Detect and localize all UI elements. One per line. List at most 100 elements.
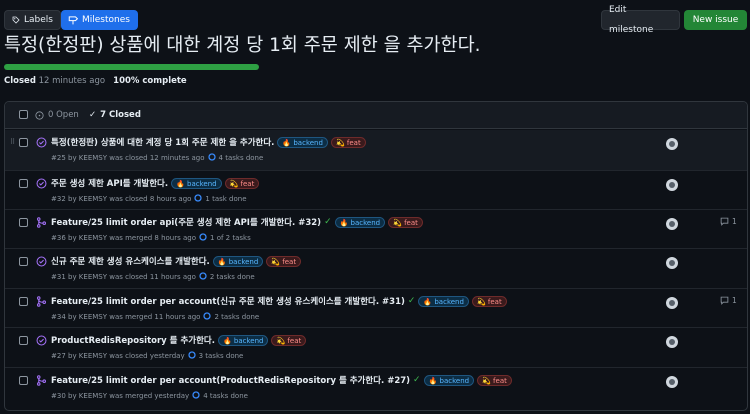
tasks-progress-icon [194, 194, 203, 204]
labels-tab-label: Labels [24, 15, 53, 25]
label-backend[interactable]: 🔥 backend [418, 295, 469, 307]
issue-meta-text: #32 by KEEMSY was closed 8 hours ago [51, 195, 192, 203]
row-checkbox[interactable] [19, 179, 28, 188]
label-backend[interactable]: 🔥 backend [217, 334, 269, 346]
open-filter[interactable]: 0 Open [35, 110, 79, 120]
row-checkbox[interactable] [19, 376, 28, 385]
label-feat[interactable]: 💫 feat [330, 136, 366, 148]
labels-tab[interactable]: Labels [4, 10, 61, 30]
closed-issue-icon [36, 335, 47, 346]
issue-title-line: 신규 주문 제한 생성 유스케이스를 개발한다. 🔥 backend 💫 feat [51, 255, 302, 267]
merged-pr-icon [36, 296, 47, 307]
issue-row[interactable]: Feature/25 limit order per account(Produ… [5, 367, 747, 407]
issue-title-line: 특정(한정판) 상품에 대한 계정 당 1회 주문 제한 을 추가한다. 🔥 ba… [51, 136, 366, 148]
assignee-avatar[interactable] [666, 179, 678, 191]
issue-title-link[interactable]: 신규 주문 제한 생성 유스케이스를 개발한다. [51, 255, 210, 267]
issue-row[interactable]: 신규 주문 제한 생성 유스케이스를 개발한다. 🔥 backend 💫 feat #… [5, 248, 747, 288]
comments-count[interactable]: 1 [720, 296, 737, 305]
assignee-avatar[interactable] [666, 138, 678, 150]
select-all-checkbox[interactable] [19, 110, 28, 119]
merged-pr-icon [36, 217, 47, 228]
milestones-tab-label: Milestones [82, 15, 130, 25]
label-backend[interactable]: 🔥 backend [277, 136, 328, 148]
issue-meta-text: #34 by KEEMSY was merged 11 hours ago [51, 313, 201, 321]
label-backend[interactable]: 🔥 backend [171, 177, 222, 189]
issue-title-line: Feature/25 limit order api(주문 생성 제한 API를… [51, 216, 423, 228]
issue-title-link[interactable]: 주문 생성 제한 API를 개발한다. [51, 177, 168, 189]
issue-meta: #36 by KEEMSY was merged 8 hours ago 1 of… [51, 233, 251, 243]
tasks-progress-icon [199, 272, 207, 282]
ci-check-icon: ✓ [324, 217, 332, 227]
complete-percent: 100% complete [113, 76, 187, 86]
label-backend[interactable]: 🔥 backend [212, 255, 264, 267]
issue-row[interactable]: 주문 생성 제한 API를 개발한다. 🔥 backend 💫 feat #32 by… [5, 170, 747, 210]
open-count: 0 Open [48, 110, 79, 120]
issue-meta: #31 by KEEMSY was closed 11 hours ago 2 t… [51, 272, 255, 282]
assignee-avatar[interactable] [666, 376, 678, 388]
tasks-text: 2 tasks done [214, 313, 260, 321]
issue-meta-text: #30 by KEEMSY was merged yesterday [51, 392, 190, 400]
tasks-text: 4 tasks done [203, 392, 248, 400]
label-feat[interactable]: 💫 feat [388, 216, 423, 228]
assignee-avatar[interactable] [666, 336, 678, 348]
row-checkbox[interactable] [19, 257, 28, 266]
row-checkbox[interactable] [19, 138, 28, 147]
issue-row[interactable]: ⠿ 특정(한정판) 상품에 대한 계정 당 1회 주문 제한 을 추가한다. 🔥 b… [5, 130, 747, 170]
label-feat[interactable]: 💫 feat [471, 295, 507, 307]
tasks-text: 1 task done [205, 195, 247, 203]
tasks-progress-icon [192, 391, 200, 401]
issue-title-link[interactable]: Feature/25 limit order per account(Produ… [51, 374, 410, 386]
ci-check-icon: ✓ [407, 296, 416, 306]
issue-title-link[interactable]: ProductRedisRepository 를 추가한다. [51, 334, 215, 346]
issue-row[interactable]: Feature/25 limit order api(주문 생성 제한 API를… [5, 209, 747, 249]
issue-meta: #25 by KEEMSY was closed 12 minutes ago 4… [51, 153, 263, 163]
tasks-progress-icon [199, 233, 207, 243]
edit-milestone-button[interactable]: Edit milestone [601, 5, 680, 35]
issue-title-link[interactable]: Feature/25 limit order api(주문 생성 제한 API를… [51, 216, 321, 228]
tasks-text: 1 of 2 tasks [210, 234, 251, 242]
row-checkbox[interactable] [19, 336, 28, 345]
tasks-progress-icon [203, 312, 212, 322]
issue-list: 0 Open ✓ 7 Closed ⠿ 특정(한정판) 상품에 대한 계정 당 1… [4, 101, 748, 411]
assignee-avatar[interactable] [666, 297, 678, 309]
row-checkbox[interactable] [19, 218, 28, 227]
drag-handle-icon[interactable]: ⠿ [10, 138, 15, 146]
issue-meta-text: #27 by KEEMSY was closed yesterday [51, 352, 185, 360]
issue-row[interactable]: ProductRedisRepository 를 추가한다. 🔥 backend 💫… [5, 327, 747, 367]
issue-title-link[interactable]: 특정(한정판) 상품에 대한 계정 당 1회 주문 제한 을 추가한다. [51, 136, 274, 148]
issue-title-line: 주문 생성 제한 API를 개발한다. 🔥 backend 💫 feat [51, 177, 260, 189]
label-feat[interactable]: 💫 feat [477, 374, 512, 386]
comments-number: 1 [732, 217, 737, 226]
row-checkbox[interactable] [19, 297, 28, 306]
closed-issue-icon [36, 178, 47, 189]
progress-bar [4, 64, 259, 70]
issue-meta: #32 by KEEMSY was closed 8 hours ago 1 ta… [51, 194, 247, 204]
tasks-progress-icon [207, 153, 216, 163]
assignee-avatar[interactable] [666, 257, 678, 269]
comments-number: 1 [732, 296, 737, 305]
issue-row[interactable]: Feature/25 limit order per account(신규 주문… [5, 288, 747, 328]
check-icon: ✓ [89, 110, 97, 120]
issue-list-header: 0 Open ✓ 7 Closed [5, 102, 747, 129]
issue-title-line: Feature/25 limit order per account(신규 주문… [51, 295, 507, 307]
issue-title-link[interactable]: Feature/25 limit order per account(신규 주문… [51, 295, 405, 307]
issue-meta-text: #36 by KEEMSY was merged 8 hours ago [51, 234, 197, 242]
label-backend[interactable]: 🔥 backend [334, 216, 386, 228]
ci-check-icon: ✓ [413, 375, 421, 385]
label-feat[interactable]: 💫 feat [266, 255, 302, 267]
assignee-avatar[interactable] [666, 218, 678, 230]
status-time: 12 minutes ago [38, 76, 106, 86]
comments-count[interactable]: 1 [720, 217, 737, 226]
closed-issue-icon [36, 256, 47, 267]
new-issue-button[interactable]: New issue [684, 10, 747, 30]
label-backend[interactable]: 🔥 backend [423, 374, 475, 386]
issue-meta: #34 by KEEMSY was merged 11 hours ago 2 t… [51, 312, 259, 322]
milestone-title: 특정(한정판) 상품에 대한 계정 당 1회 주문 제한 을 추가한다. [4, 35, 481, 56]
tag-icon [12, 16, 20, 24]
milestones-tab[interactable]: Milestones [61, 10, 138, 30]
label-feat[interactable]: 💫 feat [271, 334, 307, 346]
tasks-progress-icon [187, 351, 196, 361]
milestone-status: Closed 12 minutes ago 100% complete [4, 76, 187, 86]
closed-filter[interactable]: ✓ 7 Closed [89, 110, 141, 120]
label-feat[interactable]: 💫 feat [224, 177, 260, 189]
